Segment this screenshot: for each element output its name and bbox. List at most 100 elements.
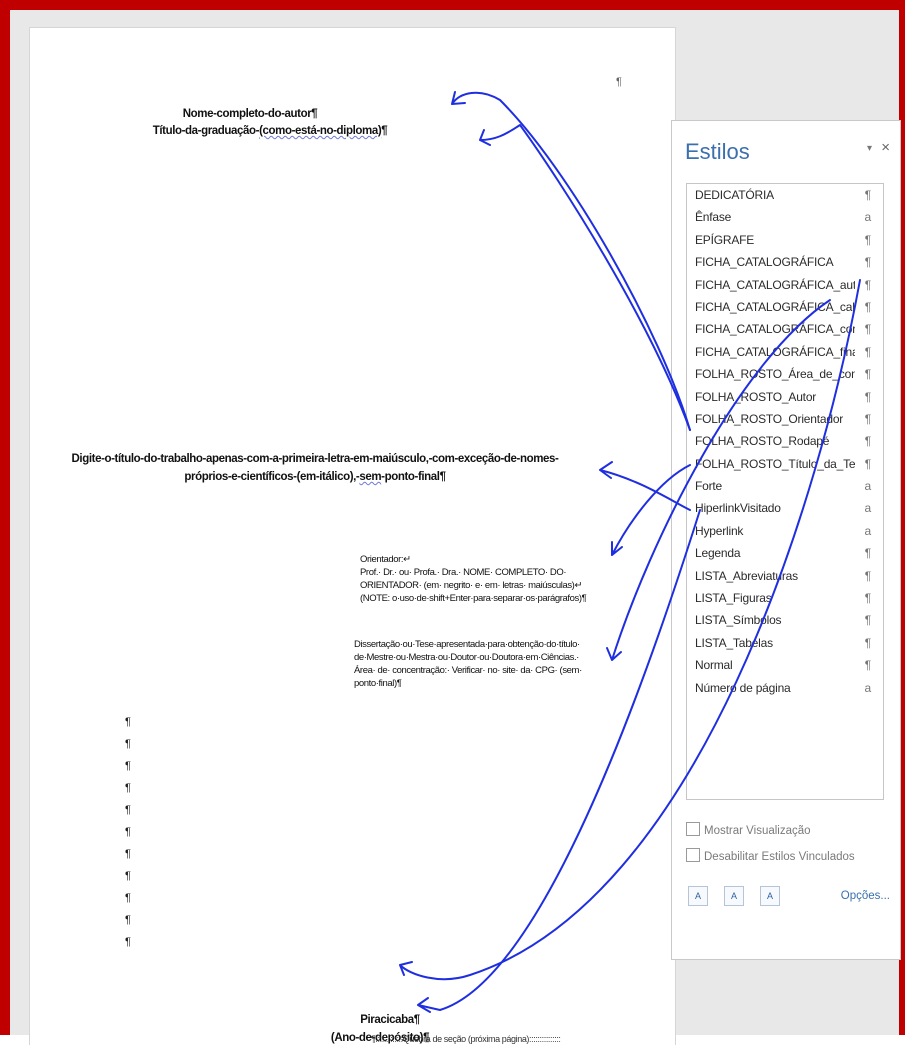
styles-pane-title: Estilos bbox=[685, 139, 750, 164]
manage-styles-button[interactable]: A bbox=[760, 886, 780, 906]
style-item-label: FICHA_CATALOGRÁFICA_corr bbox=[695, 322, 855, 337]
style-item[interactable]: Legenda ¶ bbox=[687, 542, 883, 564]
style-item[interactable]: Normal ¶ bbox=[687, 654, 883, 676]
style-type-icon: ¶ bbox=[864, 299, 871, 314]
styles-list[interactable]: DEDICATÓRIA ¶ Ênfase a EPÍGRAFE ¶ FICHA_CAT… bbox=[686, 183, 884, 800]
empty-paragraph-mark: ¶ bbox=[125, 804, 131, 816]
style-item-label: Normal bbox=[695, 658, 733, 673]
checkbox-box[interactable] bbox=[686, 848, 700, 862]
style-type-icon: ¶ bbox=[864, 546, 871, 561]
style-item[interactable]: FICHA_CATALOGRÁFICA_corr ¶ bbox=[687, 318, 883, 340]
style-type-icon: ¶ bbox=[864, 188, 871, 202]
disable-linked-label: Desabilitar Estilos Vinculados bbox=[704, 851, 855, 863]
style-inspector-button[interactable]: A bbox=[724, 886, 744, 906]
style-item-label: Hyperlink bbox=[695, 523, 744, 538]
style-item[interactable]: LISTA_Tabelas ¶ bbox=[687, 632, 883, 654]
style-item[interactable]: EPÍGRAFE ¶ bbox=[687, 229, 883, 251]
style-item-label: FOLHA_ROSTO_Área_de_con bbox=[695, 367, 855, 382]
empty-paragraph-mark: ¶ bbox=[125, 760, 131, 772]
style-type-icon: a bbox=[864, 479, 872, 494]
style-type-icon: ¶ bbox=[864, 411, 871, 426]
style-type-icon: ¶ bbox=[864, 613, 871, 628]
style-item[interactable]: DEDICATÓRIA ¶ bbox=[687, 184, 883, 206]
dissertation-block: Dissertação·ou·Tese·apresentada·para·obt… bbox=[354, 638, 582, 690]
degree-line: Título-da-graduação-(como-está-no-diplom… bbox=[30, 125, 510, 137]
style-item[interactable]: LISTA_Figuras ¶ bbox=[687, 587, 883, 609]
style-item-label: Ênfase bbox=[695, 210, 732, 225]
pane-options-dropdown-icon[interactable]: ▾ bbox=[867, 143, 872, 154]
degree-note: (como-está-no-diploma) bbox=[259, 125, 382, 137]
title-end: -ponto-final¶ bbox=[381, 471, 446, 483]
new-style-button[interactable]: A bbox=[688, 886, 708, 906]
author-line: Nome-completo-do-autor¶ bbox=[182, 108, 318, 120]
style-item[interactable]: FOLHA_ROSTO_Rodapé ¶ bbox=[687, 430, 883, 452]
checkbox-box[interactable] bbox=[686, 822, 700, 836]
empty-paragraph-mark: ¶ bbox=[125, 936, 131, 948]
style-item[interactable]: FOLHA_ROSTO_Autor ¶ bbox=[687, 386, 883, 408]
style-type-icon: ¶ bbox=[864, 456, 871, 471]
advisor-line: ORIENTADOR· (em· negrito· e· em· letras·… bbox=[360, 580, 583, 591]
degree-mark: ¶ bbox=[381, 125, 388, 137]
style-item[interactable]: FICHA_CATALOGRÁFICA_fina ¶ bbox=[687, 341, 883, 363]
style-item[interactable]: FICHA_CATALOGRÁFICA_auti ¶ bbox=[687, 274, 883, 296]
city-line: Piracicaba¶ bbox=[360, 1014, 420, 1026]
show-preview-checkbox[interactable]: Mostrar Visualização bbox=[686, 822, 811, 837]
style-item-label: FOLHA_ROSTO_Orientador bbox=[695, 411, 844, 426]
style-item[interactable]: FICHA_CATALOGRÁFICA_cab ¶ bbox=[687, 296, 883, 318]
style-type-icon: a bbox=[864, 523, 872, 538]
empty-paragraph-mark: ¶ bbox=[125, 870, 131, 882]
style-type-icon: ¶ bbox=[864, 434, 871, 449]
empty-paragraph-mark: ¶ bbox=[125, 716, 131, 728]
section-break: ¶:::::::::::::Quebra de seção (próxima p… bbox=[371, 1034, 561, 1044]
empty-paragraph-mark: ¶ bbox=[125, 738, 131, 750]
style-type-icon: ¶ bbox=[864, 591, 871, 606]
style-type-icon: ¶ bbox=[864, 322, 871, 337]
dissertation-line: ponto·final)¶ bbox=[354, 678, 402, 689]
style-inspector-icon: A bbox=[730, 891, 737, 901]
empty-paragraph-mark: ¶ bbox=[125, 782, 131, 794]
style-item-label: EPÍGRAFE bbox=[695, 232, 755, 247]
options-link[interactable]: Opções... bbox=[841, 890, 890, 902]
style-item-label: LISTA_Figuras bbox=[695, 591, 772, 606]
style-item[interactable]: FOLHA_ROSTO_Orientador ¶ bbox=[687, 408, 883, 430]
style-item[interactable]: FOLHA_ROSTO_Título_da_Te: ¶ bbox=[687, 453, 883, 475]
style-item[interactable]: LISTA_Símbolos ¶ bbox=[687, 609, 883, 631]
show-preview-label: Mostrar Visualização bbox=[704, 825, 811, 837]
style-type-icon: ¶ bbox=[864, 367, 871, 382]
style-type-icon: ¶ bbox=[864, 344, 871, 359]
style-item[interactable]: FOLHA_ROSTO_Área_de_con ¶ bbox=[687, 363, 883, 385]
style-type-icon: a bbox=[864, 210, 872, 225]
style-item[interactable]: Forte a bbox=[687, 475, 883, 497]
title-line-1: Digite-o-título-do-trabalho-apenas-com-a… bbox=[71, 453, 559, 465]
style-type-icon: ¶ bbox=[864, 232, 871, 247]
advisor-line: (NOTE: o·uso·de·shift+Enter·para·separar… bbox=[360, 593, 587, 604]
document-page[interactable]: ¶ Nome-completo-do-autor¶ Título-da-grad… bbox=[30, 28, 675, 1045]
style-type-icon: ¶ bbox=[864, 277, 871, 292]
advisor-line: Prof.· Dr.· ou· Profa.· Dra.· NOME· COMP… bbox=[360, 567, 567, 578]
style-item-label: Legenda bbox=[695, 546, 741, 561]
empty-paragraph-mark: ¶ bbox=[125, 826, 131, 838]
style-item[interactable]: Número de página a bbox=[687, 677, 883, 699]
style-item-label: LISTA_Abreviaturas bbox=[695, 568, 798, 583]
advisor-line: Orientador:↵ bbox=[360, 554, 411, 565]
style-item[interactable]: LISTA_Abreviaturas ¶ bbox=[687, 565, 883, 587]
style-item-label: FICHA_CATALOGRÁFICA_fina bbox=[695, 344, 855, 359]
title-line-2: próprios-e-científicos-(em-itálico),-sem… bbox=[30, 471, 600, 483]
style-type-icon: ¶ bbox=[864, 658, 871, 673]
style-type-icon: ¶ bbox=[864, 635, 871, 650]
style-item-label: Forte bbox=[695, 479, 723, 494]
style-item[interactable]: Ênfase a bbox=[687, 206, 883, 228]
style-item[interactable]: HiperlinkVisitado a bbox=[687, 497, 883, 519]
dissertation-line: de·Mestre·ou·Mestra·ou·Doutor·ou·Doutora… bbox=[354, 652, 579, 663]
style-item-label: LISTA_Símbolos bbox=[695, 613, 782, 628]
style-item[interactable]: FICHA_CATALOGRÁFICA ¶ bbox=[687, 251, 883, 273]
disable-linked-styles-checkbox[interactable]: Desabilitar Estilos Vinculados bbox=[686, 848, 855, 863]
close-icon[interactable]: × bbox=[881, 139, 890, 156]
new-style-icon: A bbox=[694, 891, 701, 901]
style-item-label: HiperlinkVisitado bbox=[695, 501, 781, 516]
degree-text: Título-da-graduação- bbox=[152, 125, 260, 137]
manage-styles-icon: A bbox=[766, 891, 773, 901]
empty-paragraph-mark: ¶ bbox=[125, 848, 131, 860]
style-item[interactable]: Hyperlink a bbox=[687, 520, 883, 542]
style-type-icon: a bbox=[864, 680, 872, 695]
